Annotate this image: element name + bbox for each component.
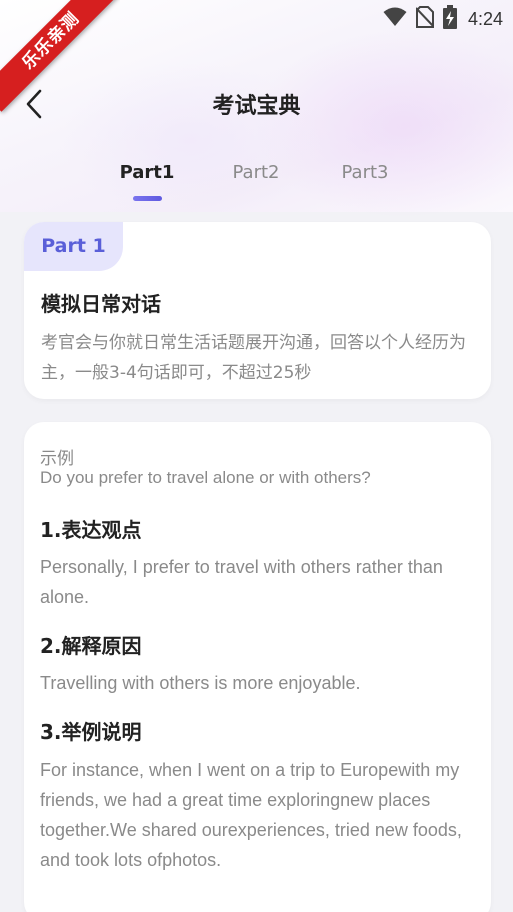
section-text: For instance, when I went on a trip to E…	[40, 760, 462, 870]
example-card: 示例 Do you prefer to travel alone or with…	[24, 422, 491, 912]
active-tab-indicator	[133, 196, 162, 201]
status-time: 4:24	[467, 8, 503, 29]
no-sim-icon	[415, 6, 435, 32]
section-title: 3.举例说明	[40, 720, 142, 744]
part-badge: Part 1	[24, 222, 123, 271]
page-title: 考试宝典	[212, 94, 301, 119]
battery-charging-icon	[442, 5, 457, 33]
section-text: Personally, I prefer to travel with othe…	[40, 557, 443, 607]
intro-card: Part 1 模拟日常对话 考官会与你就日常生活话题展开沟通，回答以个人经历为主…	[24, 222, 491, 399]
intro-title: 模拟日常对话	[41, 292, 161, 316]
example-label: 示例	[40, 449, 74, 469]
wifi-icon	[383, 7, 407, 31]
example-question: Do you prefer to travel alone or with ot…	[40, 468, 371, 487]
section-text: Travelling with others is more enjoyable…	[40, 673, 361, 693]
section-title: 1.表达观点	[40, 518, 142, 542]
tab-part2[interactable]: Part2	[216, 162, 296, 183]
part-tabs: Part1 Part2 Part3	[0, 162, 513, 206]
tab-part3[interactable]: Part3	[325, 162, 405, 183]
section-title: 2.解释原因	[40, 634, 142, 658]
intro-description: 考官会与你就日常生活话题展开沟通，回答以个人经历为主，一般3-4句话即可，不超过…	[41, 333, 466, 383]
tab-part1[interactable]: Part1	[107, 162, 187, 183]
